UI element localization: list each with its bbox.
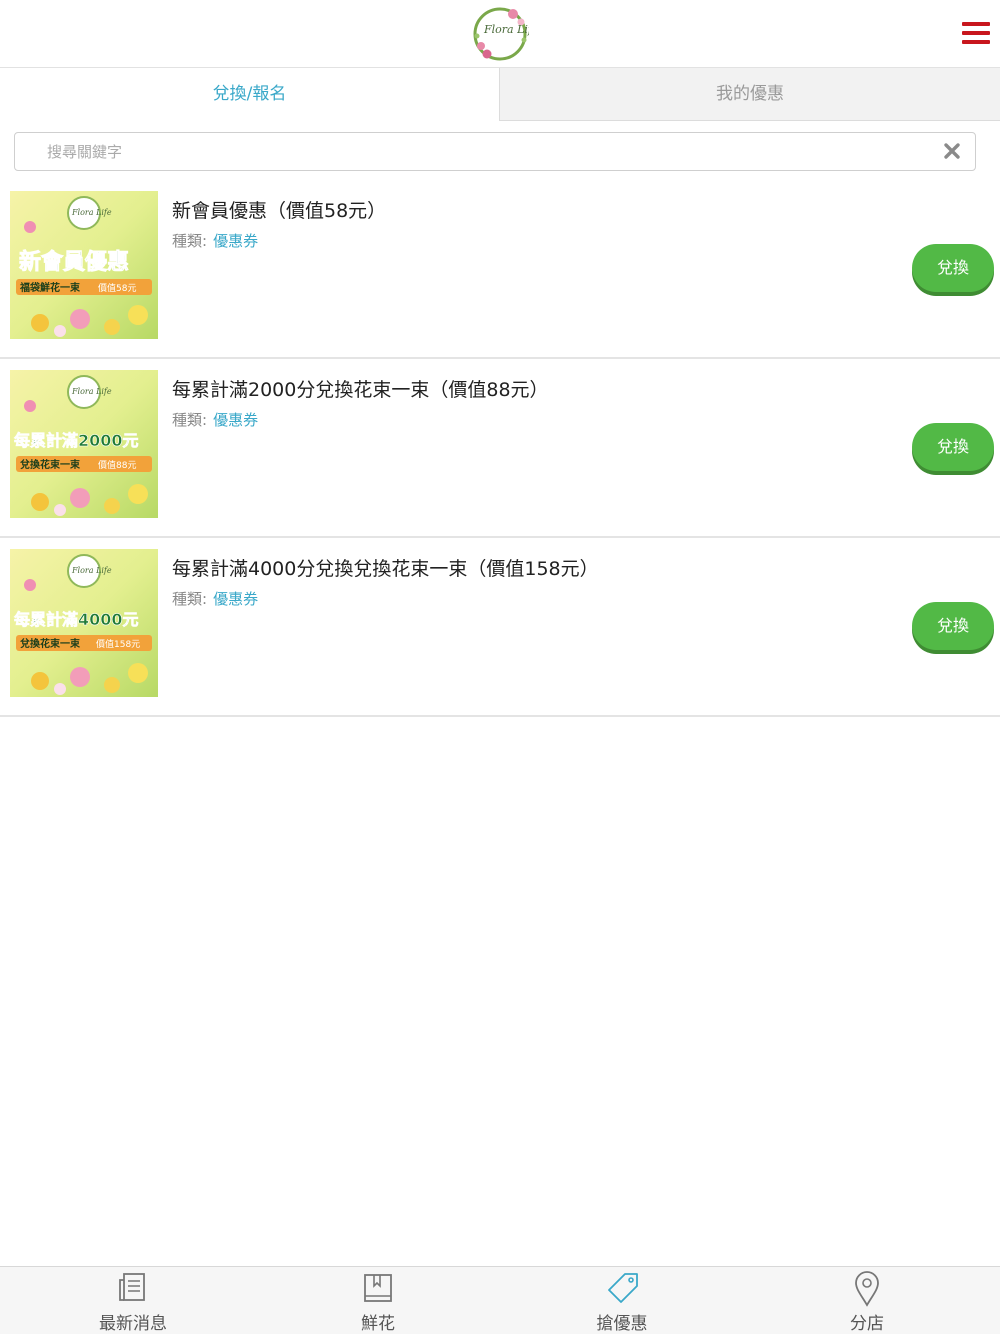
thumb-logo: Flora Life [71,208,112,217]
coupon-list: Flora Life 新會員優惠 福袋鮮花一束 價值58元 新會員優惠（價值58… [0,180,1000,717]
redeem-button[interactable]: 兌換 [912,423,994,471]
thumb-sub: 兌換花束一束 [20,458,81,471]
news-icon [119,1273,145,1301]
price-tag-icon [608,1273,638,1303]
tabbar-label: 分店 [850,1314,884,1334]
book-icon [364,1274,392,1302]
coupon-type: 種類: 優惠券 [172,230,258,251]
close-x-icon[interactable] [943,142,961,160]
tabbar-item-deals[interactable]: 搶優惠 [497,1267,747,1334]
coupon-type: 種類: 優惠券 [172,588,258,609]
tab-redeem-register[interactable]: 兌換/報名 [0,68,499,121]
logo-text-flora: Flora Life [483,23,529,36]
coupon-thumbnail: Flora Life 新會員優惠 福袋鮮花一束 價值58元 [10,191,158,339]
redeem-button[interactable]: 兌換 [912,244,994,292]
thumb-tag: 價值88元 [98,459,136,471]
thumb-headline: 新會員優惠 [19,249,129,275]
thumb-headline: 每累計滿4000元 [14,610,139,629]
coupon-title: 每累計滿2000分兌換花束一束（價值88元） [172,379,549,401]
app-header: Flora Life [0,0,1000,68]
coupon-title: 新會員優惠（價值58元） [172,200,387,222]
hamburger-menu-icon[interactable] [962,22,990,46]
coupon-thumbnail: Flora Life 每累計滿2000元 兌換花束一束 價值88元 [10,370,158,518]
tabbar-label: 鮮花 [361,1314,395,1334]
coupon-type-value: 優惠券 [213,232,259,250]
bottom-tab-bar: 最新消息 鮮花 搶優惠 分店 [0,1266,1000,1334]
tabbar-item-flowers[interactable]: 鮮花 [253,1267,503,1334]
thumb-logo: Flora Life [71,566,112,575]
thumb-tag: 價值158元 [96,638,140,650]
coupon-title: 每累計滿4000分兌換兌換花束一束（價值158元） [172,558,599,580]
coupon-type-label: 種類: [172,411,208,429]
flora-life-logo: Flora Life [473,7,529,61]
list-item[interactable]: Flora Life 每累計滿2000元 兌換花束一束 價值88元 每累計滿20… [0,359,1000,538]
search-input[interactable] [47,133,927,170]
search-bar [14,132,976,171]
coupon-thumbnail: Flora Life 每累計滿4000元 兌換花束一束 價值158元 [10,549,158,697]
location-pin-icon [855,1271,879,1307]
thumb-sub: 福袋鮮花一束 [19,281,81,294]
tab-my-coupons[interactable]: 我的優惠 [499,68,1000,121]
tabbar-item-stores[interactable]: 分店 [742,1267,992,1334]
coupon-type: 種類: 優惠券 [172,409,258,430]
redeem-button[interactable]: 兌換 [912,602,994,650]
thumb-tag: 價值58元 [98,282,136,294]
list-item[interactable]: Flora Life 每累計滿4000元 兌換花束一束 價值158元 每累計滿4… [0,538,1000,717]
thumb-sub: 兌換花束一束 [20,637,81,650]
coupon-type-label: 種類: [172,232,208,250]
segment-tabs: 兌換/報名 我的優惠 [0,68,1000,121]
thumb-logo: Flora Life [71,387,112,396]
tabbar-item-news[interactable]: 最新消息 [8,1267,258,1334]
tabbar-label: 最新消息 [99,1314,167,1334]
coupon-type-value: 優惠券 [213,411,259,429]
tabbar-label: 搶優惠 [596,1314,648,1334]
list-item[interactable]: Flora Life 新會員優惠 福袋鮮花一束 價值58元 新會員優惠（價值58… [0,180,1000,359]
coupon-type-value: 優惠券 [213,590,259,608]
thumb-headline: 每累計滿2000元 [14,431,139,450]
coupon-type-label: 種類: [172,590,208,608]
